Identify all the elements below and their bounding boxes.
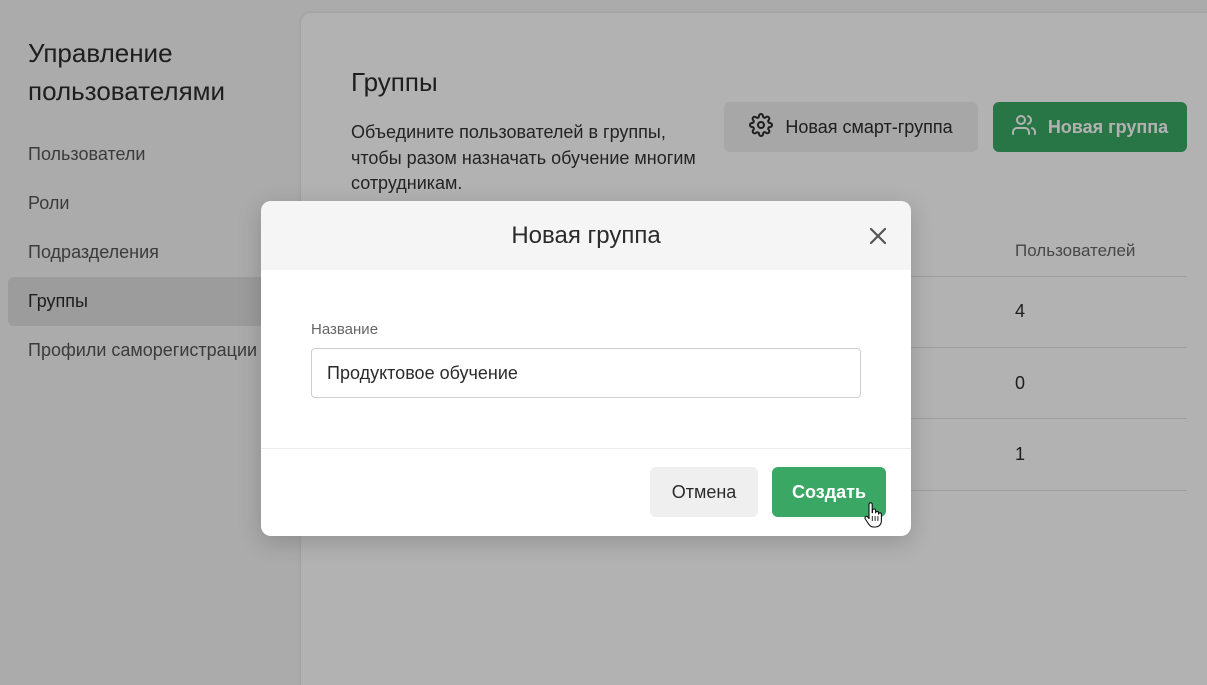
group-name-label: Название — [311, 321, 379, 338]
cancel-button[interactable]: Отмена — [650, 467, 758, 517]
app-window: Управление пользователями Пользователи Р… — [0, 0, 1207, 685]
dialog-title: Новая группа — [511, 221, 661, 249]
hand-pointer-icon — [864, 502, 882, 533]
dialog-footer-divider — [261, 448, 911, 449]
new-group-dialog: Новая группа Название Отмена Создать — [261, 201, 911, 536]
group-name-input[interactable] — [311, 348, 861, 398]
close-icon[interactable] — [863, 221, 893, 251]
dialog-header: Новая группа — [261, 201, 911, 270]
